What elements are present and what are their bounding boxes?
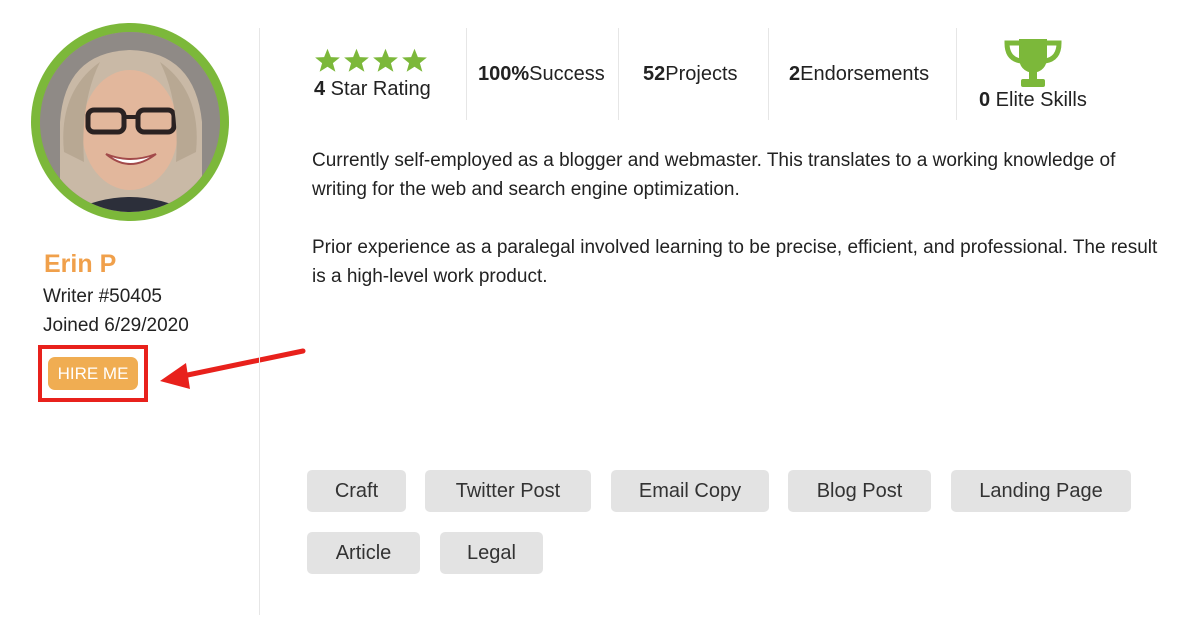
stat-endorsements: 2 Endorsements	[789, 28, 929, 120]
profile-name[interactable]: Erin P	[44, 250, 116, 279]
rating-text: 4 Star Rating	[314, 78, 431, 101]
elite-text: 0 Elite Skills	[979, 89, 1087, 112]
star-icon	[402, 48, 427, 72]
skill-tag-legal[interactable]: Legal	[440, 532, 543, 574]
stat-rating: 4 Star Rating	[314, 28, 431, 120]
skill-tag-blog-post[interactable]: Blog Post	[788, 470, 931, 512]
rating-value: 4	[314, 78, 326, 100]
skill-tag-email-copy[interactable]: Email Copy	[611, 470, 769, 512]
endorsements-value: 2	[789, 62, 801, 85]
bio-paragraph: Prior experience as a paralegal involved…	[312, 237, 1158, 287]
bio-paragraph: Currently self-employed as a blogger and…	[312, 150, 1116, 200]
projects-label: Projects	[665, 62, 738, 85]
annotation-arrow	[160, 348, 306, 389]
projects-value: 52	[643, 62, 666, 85]
hire-me-button[interactable]: HIRE ME	[48, 357, 138, 390]
endorsements-label: Endorsements	[800, 62, 930, 85]
stat-success: 100% Success	[478, 28, 605, 120]
elite-value: 0	[979, 88, 991, 111]
column-divider	[259, 28, 260, 615]
stat-divider	[618, 28, 619, 120]
skill-tag-craft[interactable]: Craft	[307, 470, 406, 512]
elite-label: Elite Skills	[990, 88, 1087, 111]
success-label: Success	[529, 62, 605, 85]
skill-tag-twitter-post[interactable]: Twitter Post	[425, 470, 591, 512]
stat-divider	[768, 28, 769, 120]
success-value: 100%	[478, 62, 530, 85]
join-date: Joined 6/29/2020	[43, 315, 189, 336]
highlight-box: HIRE ME	[38, 345, 148, 402]
stat-elite-skills: 0 Elite Skills	[979, 28, 1087, 120]
stat-projects: 52 Projects	[643, 28, 738, 120]
star-icon	[373, 48, 398, 72]
skill-tag-landing-page[interactable]: Landing Page	[951, 470, 1131, 512]
star-rating	[314, 47, 428, 74]
star-icon	[315, 48, 340, 72]
stat-divider	[466, 28, 467, 120]
avatar	[31, 23, 229, 221]
rating-label: Star Rating	[325, 78, 431, 100]
avatar-photo	[40, 32, 220, 212]
writer-id: Writer #50405	[43, 286, 162, 307]
trophy-icon	[1004, 38, 1062, 87]
stat-divider	[956, 28, 957, 120]
skill-tag-article[interactable]: Article	[307, 532, 420, 574]
star-icon	[344, 48, 369, 72]
